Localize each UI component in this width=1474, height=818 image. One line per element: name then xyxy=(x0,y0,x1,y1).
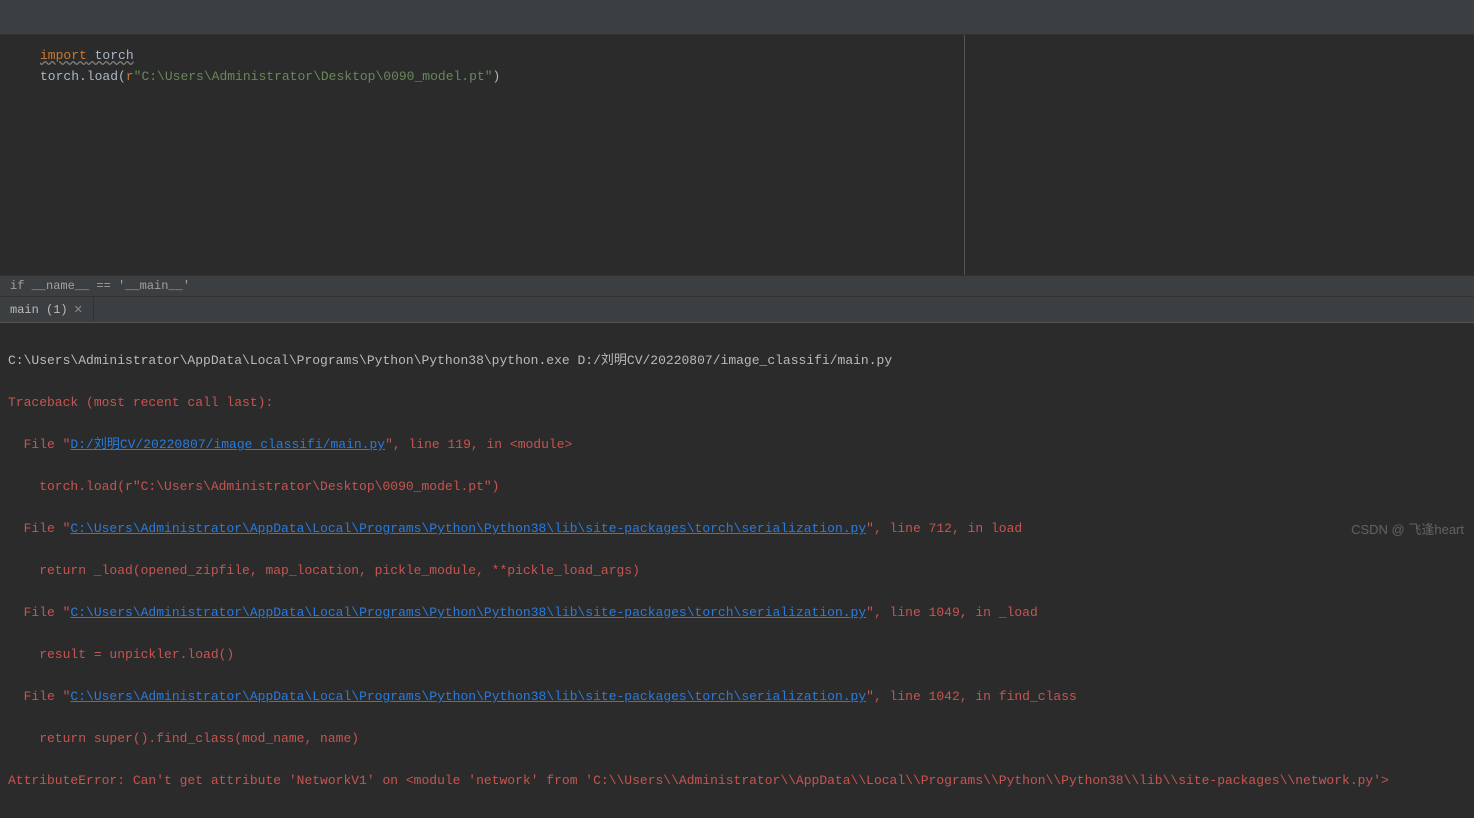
frame-pre: File " xyxy=(8,521,70,536)
string-prefix: r xyxy=(126,69,134,84)
traceback-header: Traceback (most recent call last): xyxy=(8,392,1466,413)
string-literal: "C:\Users\Administrator\Desktop\0090_mod… xyxy=(134,69,493,84)
error-message: AttributeError: Can't get attribute 'Net… xyxy=(8,770,1466,791)
traceback-frame: File "D:/刘明CV/20220807/image_classifi/ma… xyxy=(8,434,1466,455)
file-link[interactable]: D:/刘明CV/20220807/image_classifi/main.py xyxy=(70,437,385,452)
tab-label: main (1) xyxy=(10,303,68,317)
editor-area: import torch torch.load(r"C:\Users\Admin… xyxy=(0,35,1474,275)
frame-source: torch.load(r"C:\Users\Administrator\Desk… xyxy=(8,476,1466,497)
file-link[interactable]: C:\Users\Administrator\AppData\Local\Pro… xyxy=(70,605,866,620)
frame-post: ", line 119, in <module> xyxy=(385,437,572,452)
frame-post: ", line 1042, in find_class xyxy=(866,689,1077,704)
frame-pre: File " xyxy=(8,689,70,704)
console-tabs: main (1) ✕ xyxy=(0,297,1474,323)
traceback-frame: File "C:\Users\Administrator\AppData\Loc… xyxy=(8,686,1466,707)
code-line: torch.load(r"C:\Users\Administrator\Desk… xyxy=(40,66,964,87)
traceback-frame: File "C:\Users\Administrator\AppData\Loc… xyxy=(8,602,1466,623)
file-link[interactable]: C:\Users\Administrator\AppData\Local\Pro… xyxy=(70,689,866,704)
frame-pre: File " xyxy=(8,605,70,620)
breadcrumb-text: if __name__ == '__main__' xyxy=(10,279,190,293)
traceback-frame: File "C:\Users\Administrator\AppData\Loc… xyxy=(8,518,1466,539)
file-link[interactable]: C:\Users\Administrator\AppData\Local\Pro… xyxy=(70,521,866,536)
tab-main[interactable]: main (1) ✕ xyxy=(0,297,94,322)
breadcrumb[interactable]: if __name__ == '__main__' xyxy=(0,275,1474,297)
code-line: import torch xyxy=(40,45,964,66)
frame-source: result = unpickler.load() xyxy=(8,644,1466,665)
watermark: CSDN @ 飞逢heart xyxy=(1351,519,1464,538)
frame-source: return super().find_class(mod_name, name… xyxy=(8,728,1466,749)
frame-source: return _load(opened_zipfile, map_locatio… xyxy=(8,560,1466,581)
console-command: C:\Users\Administrator\AppData\Local\Pro… xyxy=(8,350,1466,371)
frame-post: ", line 1049, in _load xyxy=(866,605,1038,620)
code-editor-right[interactable] xyxy=(965,35,1474,275)
console-output[interactable]: C:\Users\Administrator\AppData\Local\Pro… xyxy=(0,323,1474,818)
code-text: torch.load( xyxy=(40,69,126,84)
module-torch: torch xyxy=(87,48,134,63)
editor-top-strip xyxy=(0,0,1474,35)
code-editor-left[interactable]: import torch torch.load(r"C:\Users\Admin… xyxy=(0,35,965,275)
frame-post: ", line 712, in load xyxy=(866,521,1022,536)
code-text: ) xyxy=(493,69,501,84)
close-icon[interactable]: ✕ xyxy=(74,303,83,317)
frame-pre: File " xyxy=(8,437,70,452)
keyword-import: import xyxy=(40,48,87,63)
